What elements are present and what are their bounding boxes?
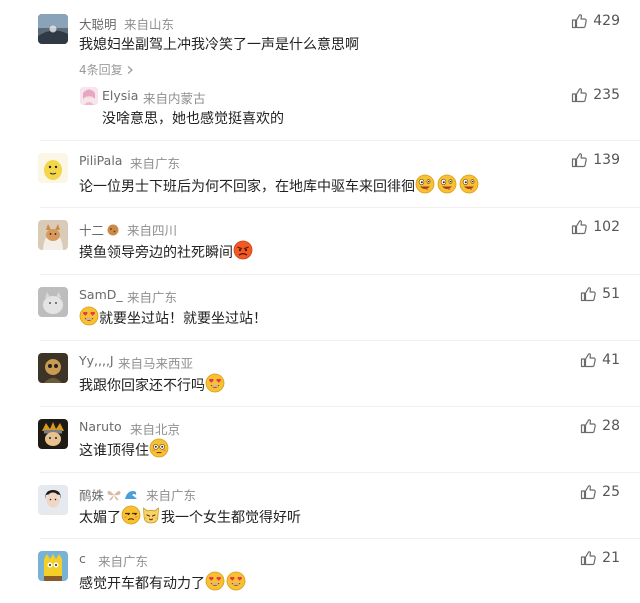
cat-face-emoji	[141, 505, 161, 525]
avatar[interactable]	[38, 419, 68, 449]
like-count: 429	[593, 13, 620, 29]
like-button[interactable]: 41	[580, 352, 620, 368]
location-label: 来自广东	[146, 488, 197, 503]
avatar[interactable]	[80, 87, 98, 105]
like-count: 235	[593, 87, 620, 103]
comment-text: 论一位男士下班后为何不回家，在地库中驱车来回徘徊	[79, 174, 479, 196]
thumb-up-icon	[571, 219, 587, 235]
thumb-up-icon	[571, 152, 587, 168]
like-count: 102	[593, 219, 620, 235]
heart-eyes-emoji	[226, 571, 246, 591]
zany-face-emoji	[415, 174, 435, 194]
view-replies-link[interactable]: 4条回复	[79, 61, 134, 78]
comment-text: 感觉开车都有动力了	[79, 571, 246, 593]
comment-list: 大聪明 来自山东 我媳妇坐副驾上冲我冷笑了一声是什么意思啊 429 4条回复 E…	[0, 0, 640, 603]
like-button[interactable]: 235	[571, 87, 620, 103]
avatar[interactable]	[38, 220, 68, 250]
divider	[40, 274, 640, 275]
replies-count: 4条回复	[79, 63, 123, 77]
heart-eyes-emoji	[79, 306, 99, 326]
thumb-up-icon	[580, 484, 596, 500]
like-count: 25	[602, 484, 620, 500]
comment-text: 这谁顶得住	[79, 438, 169, 460]
thumb-up-icon	[580, 286, 596, 302]
thumb-up-icon	[580, 418, 596, 434]
angry-face-emoji	[233, 240, 253, 260]
comment-text: 我跟你回家还不行吗	[79, 373, 225, 395]
comment-text: 就要坐过站！就要坐过站！	[79, 306, 267, 328]
avatar[interactable]	[38, 153, 68, 183]
flushed-face-emoji	[149, 438, 169, 458]
divider	[40, 207, 640, 208]
like-button[interactable]: 102	[571, 219, 620, 235]
avatar[interactable]	[38, 353, 68, 383]
comment-text: 我媳妇坐副驾上冲我冷笑了一声是什么意思啊	[79, 37, 359, 53]
like-button[interactable]: 21	[580, 550, 620, 566]
divider	[40, 538, 640, 539]
cookie-icon	[107, 224, 119, 236]
heart-eyes-emoji	[205, 373, 225, 393]
zany-face-emoji	[437, 174, 457, 194]
zany-face-emoji	[459, 174, 479, 194]
wave-icon	[125, 491, 138, 499]
like-button[interactable]: 25	[580, 484, 620, 500]
like-button[interactable]: 28	[580, 418, 620, 434]
thumb-up-icon	[571, 87, 587, 103]
like-count: 51	[602, 286, 620, 302]
comment-text-content: 摸鱼领导旁边的社死瞬间	[79, 245, 233, 261]
heart-eyes-emoji	[205, 571, 225, 591]
like-button[interactable]: 429	[571, 13, 620, 29]
thumb-up-icon	[571, 13, 587, 29]
like-count: 28	[602, 418, 620, 434]
comment-text-content: 我跟你回家还不行吗	[79, 378, 205, 394]
username[interactable]: PiliPala	[79, 153, 122, 168]
location-label: 来自广东	[127, 290, 178, 305]
avatar[interactable]	[38, 287, 68, 317]
divider	[40, 340, 640, 341]
thumb-up-icon	[580, 550, 596, 566]
location-label: 来自马来西亚	[118, 356, 194, 371]
comment-text-content: 我一个女生都觉得好听	[161, 510, 301, 526]
location-label: 来自山东	[124, 17, 175, 32]
username[interactable]: c	[79, 551, 86, 566]
location-label: 来自四川	[127, 223, 178, 238]
divider	[40, 472, 640, 473]
username[interactable]: Elysia	[102, 88, 138, 103]
comment-text: 太媚了 我一个女生都觉得好听	[79, 505, 301, 527]
thumb-up-icon	[580, 352, 596, 368]
unamused-face-emoji	[121, 505, 141, 525]
reply-text: 没啥意思，她也感觉挺喜欢的	[102, 111, 284, 127]
divider	[40, 140, 640, 141]
comment-text-content: 感觉开车都有动力了	[79, 576, 205, 592]
chevron-right-icon	[128, 66, 134, 74]
like-button[interactable]: 51	[580, 286, 620, 302]
location-label: 来自广东	[130, 156, 181, 171]
like-button[interactable]: 139	[571, 152, 620, 168]
comment-text-content: 论一位男士下班后为何不回家，在地库中驱车来回徘徊	[79, 179, 415, 195]
username[interactable]: 十二	[79, 220, 120, 239]
username[interactable]: 鸸姝	[79, 485, 138, 504]
username[interactable]: 大聪明	[79, 14, 117, 33]
username[interactable]: Naruto	[79, 419, 122, 434]
comment-text-content: 这谁顶得住	[79, 443, 149, 459]
username[interactable]: SamD_	[79, 287, 123, 302]
username[interactable]: Yy,,,,J	[79, 353, 114, 368]
avatar[interactable]	[38, 14, 68, 44]
avatar[interactable]	[38, 485, 68, 515]
like-count: 41	[602, 352, 620, 368]
comment-text-content: 就要坐过站！就要坐过站！	[99, 311, 267, 327]
location-label: 来自内蒙古	[143, 91, 206, 106]
like-count: 21	[602, 550, 620, 566]
like-count: 139	[593, 152, 620, 168]
location-label: 来自北京	[130, 422, 181, 437]
butterfly-icon	[107, 491, 121, 501]
comment-text-content: 太媚了	[79, 510, 121, 526]
avatar[interactable]	[38, 551, 68, 581]
divider	[40, 406, 640, 407]
location-label: 来自广东	[98, 554, 149, 569]
comment-text: 摸鱼领导旁边的社死瞬间	[79, 240, 253, 262]
